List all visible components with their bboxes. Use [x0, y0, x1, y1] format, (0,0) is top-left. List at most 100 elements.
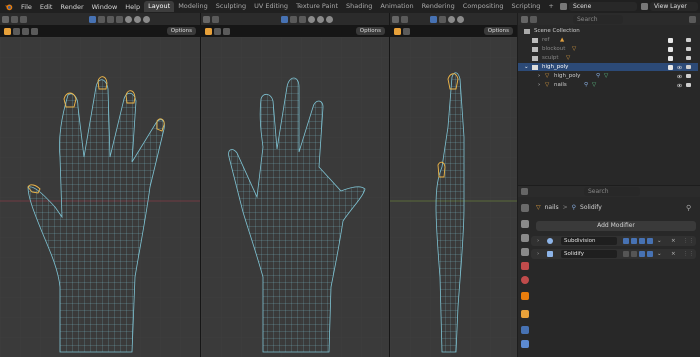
particles-tab-icon[interactable]: [521, 340, 529, 348]
select-box-icon[interactable]: [4, 27, 11, 35]
tab-uv-editing[interactable]: UV Editing: [250, 1, 292, 12]
exclude-checkbox[interactable]: [668, 55, 673, 61]
modifier-panel-subdivision[interactable]: › Subdivision ⌄ × ⋮⋮: [531, 236, 696, 246]
mode-icon[interactable]: [11, 15, 18, 23]
world-tab-icon[interactable]: [521, 276, 529, 284]
tab-compositing[interactable]: Compositing: [459, 1, 508, 12]
tab-modeling[interactable]: Modeling: [174, 1, 212, 12]
output-tab-icon[interactable]: [521, 234, 529, 242]
blender-logo-icon[interactable]: [4, 2, 13, 11]
modifier-name-field[interactable]: Subdivision: [561, 237, 617, 245]
edit-mode-icon[interactable]: [631, 238, 637, 244]
shading-solid-icon[interactable]: [457, 15, 464, 23]
exclude-checkbox[interactable]: [668, 64, 673, 70]
pivot-icon[interactable]: [439, 15, 446, 23]
select-mode-icon[interactable]: [214, 27, 221, 35]
tab-animation[interactable]: Animation: [376, 1, 417, 12]
menu-file[interactable]: File: [17, 3, 36, 11]
menu-render[interactable]: Render: [56, 3, 87, 11]
realtime-icon[interactable]: [639, 251, 645, 257]
pivot-icon[interactable]: [98, 15, 105, 23]
exclude-checkbox[interactable]: [668, 46, 673, 52]
select-subtract-icon[interactable]: [31, 27, 38, 35]
chevron-right-icon[interactable]: ›: [538, 81, 540, 89]
modifier-tab-icon[interactable]: [521, 326, 529, 334]
editor-type-icon[interactable]: [521, 15, 528, 23]
edit-mode-icon[interactable]: [631, 251, 637, 257]
outliner-row-sculpt[interactable]: sculpt ▽: [518, 54, 698, 62]
tab-shading[interactable]: Shading: [342, 1, 376, 12]
shading-material-icon[interactable]: [143, 15, 150, 23]
camera-icon[interactable]: [686, 83, 691, 87]
select-extend-icon[interactable]: [22, 27, 29, 35]
shading-material-icon[interactable]: [326, 15, 333, 23]
view-layer-tab-icon[interactable]: [521, 248, 529, 256]
viewport-canvas[interactable]: [0, 37, 200, 357]
pivot-icon[interactable]: [290, 15, 297, 23]
select-box-icon[interactable]: [394, 27, 401, 35]
transform-orientation-icon[interactable]: [281, 15, 288, 23]
tab-sculpting[interactable]: Sculpting: [212, 1, 250, 12]
editor-type-icon[interactable]: [392, 15, 399, 23]
shading-solid-icon[interactable]: [134, 15, 141, 23]
options-button[interactable]: Options: [483, 27, 513, 35]
menu-edit[interactable]: Edit: [36, 3, 57, 11]
camera-icon[interactable]: [686, 47, 691, 51]
filter-icon[interactable]: [689, 15, 696, 23]
options-button[interactable]: Options: [355, 27, 385, 35]
scene-tab-icon[interactable]: [521, 262, 529, 270]
editor-type-icon[interactable]: [203, 15, 210, 23]
select-mode-icon[interactable]: [403, 27, 410, 35]
modifier-panel-solidify[interactable]: › Solidify ⌄ × ⋮⋮: [531, 249, 696, 259]
add-modifier-button[interactable]: Add Modifier: [536, 221, 696, 231]
exclude-checkbox[interactable]: [668, 37, 673, 43]
edit-cage-icon[interactable]: [623, 251, 629, 257]
shading-solid-icon[interactable]: [317, 15, 324, 23]
add-workspace-button[interactable]: +: [544, 1, 557, 12]
chevron-right-icon[interactable]: ›: [537, 249, 539, 259]
options-button[interactable]: Options: [166, 27, 196, 35]
view-layer-icon[interactable]: [641, 3, 648, 10]
shading-wire-icon[interactable]: [448, 15, 455, 23]
dropdown-icon[interactable]: ⌄: [657, 236, 662, 246]
chevron-down-icon[interactable]: ⌄: [524, 63, 529, 71]
select-box-icon[interactable]: [205, 27, 212, 35]
scene-field[interactable]: Scene: [569, 2, 637, 11]
transform-orientation-icon[interactable]: [430, 15, 437, 23]
display-mode-icon[interactable]: [530, 15, 537, 23]
view-layer-field[interactable]: View Layer: [650, 2, 698, 11]
viewport-canvas[interactable]: [201, 37, 389, 357]
close-icon[interactable]: ×: [671, 236, 676, 246]
object-tab-icon[interactable]: [521, 310, 529, 318]
eye-icon[interactable]: [677, 74, 682, 79]
scene-collection-row[interactable]: Scene Collection: [518, 27, 698, 35]
outliner-row-nails[interactable]: › ▽ nails ⚲ ▽: [518, 81, 698, 89]
outliner-row-ref[interactable]: ref ▲: [518, 36, 698, 44]
camera-icon[interactable]: [686, 38, 691, 42]
render-icon[interactable]: [647, 238, 653, 244]
tool-tab-icon[interactable]: [521, 204, 529, 212]
tab-texture-paint[interactable]: Texture Paint: [292, 1, 342, 12]
drag-handle-icon[interactable]: ⋮⋮: [683, 249, 694, 259]
drag-handle-icon[interactable]: ⋮⋮: [683, 236, 694, 246]
render-tab-icon[interactable]: [521, 220, 529, 228]
outliner-search-input[interactable]: Search: [573, 14, 623, 24]
tab-layout[interactable]: Layout: [144, 1, 175, 12]
breadcrumb-object[interactable]: nails: [545, 203, 559, 212]
mode-icon[interactable]: [401, 15, 408, 23]
editor-type-icon[interactable]: [2, 15, 9, 23]
snap-icon[interactable]: [107, 15, 114, 23]
modifier-name-field[interactable]: Solidify: [561, 250, 617, 258]
shading-wire-icon[interactable]: [308, 15, 315, 23]
transform-orientation-icon[interactable]: [89, 15, 96, 23]
dropdown-icon[interactable]: ⌄: [657, 249, 662, 259]
collection-tab-icon[interactable]: [521, 292, 529, 300]
realtime-icon[interactable]: [639, 238, 645, 244]
eye-icon[interactable]: [677, 65, 682, 70]
snap-icon[interactable]: [299, 15, 306, 23]
menu-help[interactable]: Help: [121, 3, 144, 11]
properties-search-input[interactable]: Search: [584, 187, 640, 196]
shading-wire-icon[interactable]: [125, 15, 132, 23]
tab-rendering[interactable]: Rendering: [418, 1, 459, 12]
select-mode-icon[interactable]: [13, 27, 20, 35]
